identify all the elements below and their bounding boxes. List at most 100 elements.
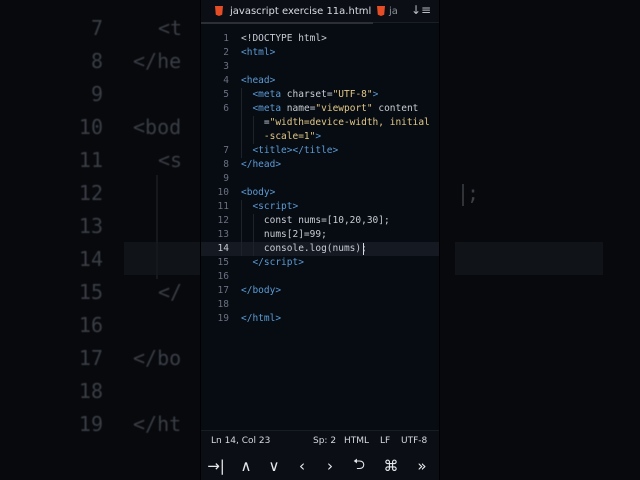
line-number: 10	[217, 187, 229, 198]
encoding[interactable]: UTF-8	[401, 436, 427, 446]
line-number: 7	[223, 145, 229, 156]
code-line[interactable]: -scale=1">	[201, 130, 439, 144]
tab-javascript-exercise-11a[interactable]: javascript exercise 11a.html	[201, 0, 373, 24]
background-line-text: </bo	[133, 346, 182, 370]
background-line-text: </ht	[133, 412, 182, 436]
language-mode[interactable]: HTML	[344, 436, 369, 446]
tab-key-button[interactable]: →|	[205, 456, 227, 476]
background-current-line	[455, 242, 603, 275]
background-line-text: <s	[158, 148, 183, 172]
line-text: <meta name="viewport" content	[252, 103, 419, 114]
line-number: 15	[217, 257, 229, 268]
indent-guide	[253, 116, 254, 144]
keyboard-accessory-bar: →| ∧ ∨ ‹ › ⮌ ⌘ »	[201, 452, 439, 480]
background-line-text: </he	[133, 49, 182, 73]
cursor-position[interactable]: Ln 14, Col 23	[211, 436, 270, 446]
background-semicolon: ;	[467, 181, 480, 205]
line-text: </body>	[241, 285, 282, 296]
line-text: <!DOCTYPE html>	[241, 33, 327, 44]
background-line-number: 15	[78, 280, 103, 304]
code-line[interactable]: 10 <body>	[201, 186, 439, 200]
line-number: 1	[223, 33, 229, 44]
line-number: 17	[217, 285, 229, 296]
line-text: </script>	[252, 257, 304, 268]
code-line[interactable]: 14 console.log(nums);	[201, 242, 439, 256]
line-number: 18	[217, 299, 229, 310]
line-text: <title></title>	[252, 145, 339, 156]
code-line[interactable]: 5 <meta charset="UTF-8">	[201, 88, 439, 102]
code-line[interactable]: 2 <html>	[201, 46, 439, 60]
background-caret	[462, 184, 464, 206]
sort-icon[interactable]: ↓≡	[411, 3, 431, 17]
line-number: 11	[217, 201, 229, 212]
code-line[interactable]: 18	[201, 298, 439, 312]
code-line[interactable]: 7 <title></title>	[201, 144, 439, 158]
background-line-text: <bod	[133, 115, 182, 139]
line-text: <head>	[241, 75, 276, 86]
code-line[interactable]: 6 <meta name="viewport" content	[201, 102, 439, 116]
code-line[interactable]: 9	[201, 172, 439, 186]
line-number: 13	[217, 229, 229, 240]
background-line-number: 16	[78, 313, 103, 337]
background-line-number: 13	[78, 214, 103, 238]
line-number: 6	[223, 103, 229, 114]
background-line-text: </	[158, 280, 183, 304]
left-arrow-button[interactable]: ‹	[291, 456, 313, 476]
tab-label: javascript exercise 11a.html	[230, 5, 372, 17]
code-line[interactable]: 16	[201, 270, 439, 284]
background-line-text: <t	[158, 16, 183, 40]
text-caret	[363, 243, 364, 255]
background-right: ;	[440, 0, 640, 480]
background-line-number: 9	[90, 82, 103, 106]
line-ending[interactable]: LF	[380, 436, 390, 446]
line-number: 19	[217, 313, 229, 324]
line-text: <script>	[252, 201, 299, 212]
background-line-number: 12	[78, 181, 103, 205]
indent-setting[interactable]: Sp: 2	[313, 436, 336, 446]
down-arrow-button[interactable]: ∨	[263, 456, 285, 476]
code-line[interactable]: 12 const nums=[10,20,30];	[201, 214, 439, 228]
up-arrow-button[interactable]: ∧	[235, 456, 257, 476]
editor-pane: javascript exercise 11a.html ja ↓≡ 1 <!DO…	[201, 0, 439, 480]
code-line[interactable]: 13 nums[2]=99;	[201, 228, 439, 242]
html5-icon	[215, 6, 223, 16]
background-line-number: 11	[78, 148, 103, 172]
background-line-number: 10	[78, 115, 103, 139]
code-line[interactable]: 19 </html>	[201, 312, 439, 326]
more-button[interactable]: »	[411, 456, 433, 476]
code-line[interactable]: 15 </script>	[201, 256, 439, 270]
line-text: <meta charset="UTF-8">	[252, 89, 379, 100]
undo-button[interactable]: ⮌	[348, 455, 370, 476]
status-bar: Ln 14, Col 23 Sp: 2 HTML LF UTF-8	[201, 430, 439, 453]
line-number: 16	[217, 271, 229, 282]
code-line[interactable]: 1 <!DOCTYPE html>	[201, 32, 439, 46]
background-current-line	[124, 242, 200, 275]
command-button[interactable]: ⌘	[380, 456, 402, 476]
right-arrow-button[interactable]: ›	[319, 456, 341, 476]
line-number: 4	[223, 75, 229, 86]
background-line-number: 8	[90, 49, 103, 73]
line-number: 14	[217, 243, 229, 254]
html5-icon	[377, 6, 385, 16]
code-line[interactable]: 3	[201, 60, 439, 74]
code-line[interactable]: 4 <head>	[201, 74, 439, 88]
code-line[interactable]: 17 </body>	[201, 284, 439, 298]
line-number: 12	[217, 215, 229, 226]
code-line[interactable]: ="width=device-width, initial	[201, 116, 439, 130]
tab-label: ja	[389, 5, 398, 17]
background-indent-guide	[156, 175, 158, 279]
line-number: 3	[223, 61, 229, 72]
line-text: <html>	[241, 47, 276, 58]
tab-second-file[interactable]: ja	[377, 0, 399, 22]
background-line-number: 14	[78, 247, 103, 271]
indent-guide	[241, 200, 242, 256]
line-number: 9	[223, 173, 229, 184]
line-text: </html>	[241, 313, 282, 324]
line-text: ="width=device-width, initial	[241, 117, 430, 128]
line-text: const nums=[10,20,30];	[241, 215, 390, 226]
line-text: </head>	[241, 159, 282, 170]
code-line[interactable]: 11 <script>	[201, 200, 439, 214]
line-number: 8	[223, 159, 229, 170]
line-text: <body>	[241, 187, 276, 198]
code-line[interactable]: 8 </head>	[201, 158, 439, 172]
